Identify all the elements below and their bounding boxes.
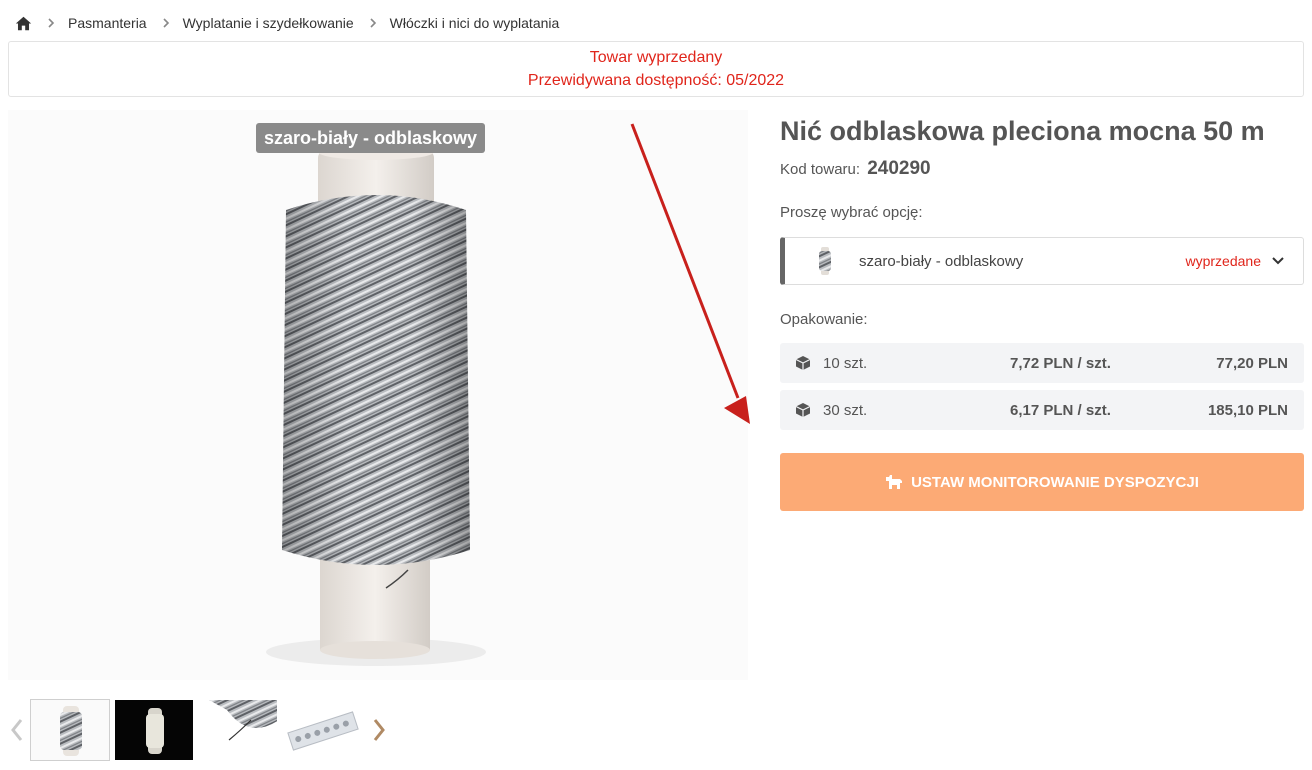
packaging-total: 185,10 PLN [1207,401,1288,419]
thumbnail-3[interactable] [198,699,278,761]
dog-icon [886,475,903,489]
packaging-qty: 10 szt. [823,354,868,372]
variant-thumbnail [819,247,831,275]
chevron-right-icon [163,18,169,28]
sold-out-notice: Towar wyprzedany Przewidywana dostępność… [8,41,1304,97]
package-icon [795,356,811,370]
packaging-unit-price: 6,17 PLN / szt. [1010,401,1111,419]
stock-monitor-button[interactable]: USTAW MONITOROWANIE DYSPOZYCJI [780,453,1304,511]
thumbnail-next-button[interactable] [366,698,392,762]
packaging-qty: 30 szt. [823,401,868,419]
availability-text: Przewidywana dostępność: 05/2022 [527,72,785,89]
chevron-left-icon [11,719,23,741]
product-code-value: 240290 [867,158,931,179]
home-icon[interactable] [15,15,32,32]
variant-status: wyprzedane [1185,253,1262,269]
thumbnail-2[interactable] [114,699,194,761]
thumbnail-strip [4,698,392,762]
breadcrumb-item-pasmanteria[interactable]: Pasmanteria [68,15,147,31]
breadcrumb-item-wloczki[interactable]: Włóczki i nici do wyplatania [390,15,560,31]
sold-out-text: Towar wyprzedany [589,49,723,66]
chevron-right-icon [370,18,376,28]
packaging-unit-price: 7,72 PLN / szt. [1010,354,1111,372]
product-code: Kod towaru: 240290 [780,158,931,180]
packaging-option[interactable]: 10 szt. 7,72 PLN / szt. 77,20 PLN [780,343,1304,383]
packaging-total: 77,20 PLN [1216,354,1288,372]
product-title: Nić odblaskowa pleciona mocna 50 m [780,116,1265,146]
breadcrumb-item-wyplatanie[interactable]: Wyplatanie i szydełkowanie [183,15,354,31]
variant-label: szaro-biały - odblaskowy [256,123,486,153]
chevron-right-icon [48,18,55,28]
thumbnail-4[interactable] [282,699,362,761]
package-icon [795,403,811,417]
option-label: Proszę wybrać opcję: [780,204,923,221]
packaging-option[interactable]: 30 szt. 6,17 PLN / szt. 185,10 PLN [780,390,1304,430]
chevron-down-icon [1272,257,1284,265]
thumbnail-prev-button[interactable] [4,698,30,762]
thumbnail-1[interactable] [30,699,110,761]
product-image[interactable] [8,110,748,680]
packaging-label: Opakowanie: [780,311,868,328]
chevron-right-icon [373,719,385,741]
variant-select-value: szaro-biały - odblaskowy [859,252,1024,270]
breadcrumb: Pasmanteria Wyplatanie i szydełkowanie W… [15,12,559,34]
stock-monitor-label: USTAW MONITOROWANIE DYSPOZYCJI [911,473,1199,491]
product-code-label: Kod towaru: [780,161,861,178]
variant-select[interactable]: szaro-biały - odblaskowy wyprzedane [780,237,1304,285]
